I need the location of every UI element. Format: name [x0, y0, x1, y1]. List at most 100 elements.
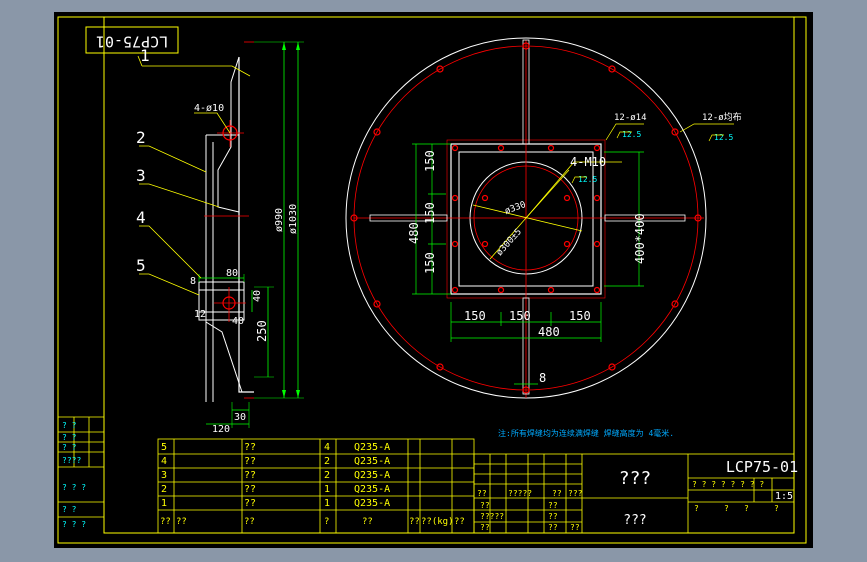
- drawing-note: 注:所有焊缝均为连续满焊缝 焊缝高度为 4毫米.: [498, 428, 674, 438]
- drawing-scale: 1:5: [775, 491, 793, 502]
- tb-left-d: ???: [568, 489, 583, 498]
- bom-cell-name: ??: [244, 498, 256, 509]
- bom-cell-qty: 2: [324, 470, 330, 481]
- bom-cell-name: ??: [244, 484, 256, 495]
- side-hole-label: 4-ø10: [194, 103, 224, 114]
- strip-text-4: ????: [62, 456, 81, 465]
- plate-hole: [451, 144, 459, 152]
- side-main-plate: [238, 57, 254, 393]
- m10-hole: [563, 240, 571, 248]
- cad-drawing-canvas[interactable]: ? ? ? ? ? ? ???? ? ? ? ? ? ? ? ? LCP75-0…: [54, 12, 813, 548]
- dim-480-horizontal: 480: [538, 325, 560, 339]
- part-label-5: 5: [136, 256, 146, 275]
- tb-small-c: ?: [744, 504, 749, 513]
- cad-application: ? ? ? ? ? ? ???? ? ? ? ? ? ? ? ? LCP75-0…: [0, 0, 867, 562]
- bom-header-code: ??: [176, 517, 187, 527]
- part-label-1: 1: [140, 46, 150, 65]
- dim-d330: ø330: [504, 200, 528, 217]
- bolt-label-outer: 12-ø均布: [702, 111, 742, 123]
- m10-hole: [481, 194, 489, 202]
- plate-hole: [451, 286, 459, 294]
- bom-cell-qty: 1: [324, 484, 330, 495]
- part-label-4: 4: [136, 208, 146, 227]
- tb-r5: ??: [548, 512, 558, 521]
- bom-header-name: ??: [244, 517, 255, 527]
- bom-header-material: ??: [362, 517, 373, 527]
- strip-text-7: ? ? ?: [62, 520, 86, 529]
- bom-cell-name: ??: [244, 442, 256, 453]
- dim-150-mid: 150: [423, 202, 437, 224]
- side-view: [198, 41, 304, 428]
- dim-40-horizontal: 40: [232, 316, 244, 327]
- dim-d1030: ø1030: [288, 204, 299, 234]
- dim-120: 120: [212, 424, 230, 435]
- plate-hole: [497, 286, 505, 294]
- dim-250: 250: [255, 320, 269, 342]
- tb-left-c: ??: [552, 489, 562, 498]
- bom-cell-no: 2: [161, 484, 167, 495]
- bom-row: 4?? 2 Q235-A: [161, 456, 390, 467]
- side-leaders: [137, 55, 251, 296]
- tb-scale-label: ? ? ? ? ? ? ? ?: [692, 480, 764, 489]
- bom-row: 2?? 1 Q235-A: [161, 484, 390, 495]
- strip-text-5: ? ? ?: [62, 483, 86, 492]
- bom-rows: 5?? 4 Q235-A 4?? 2 Q235-A 3?? 2 Q235-A 2?? 1 Q235-A…: [161, 442, 390, 509]
- dim-40-vertical: 40: [252, 290, 263, 302]
- bom-row: 1?? 1 Q235-A: [161, 498, 390, 509]
- dim-12: 12: [194, 309, 206, 320]
- bom-cell-material: Q235-A: [354, 456, 390, 467]
- bom-cell-no: 1: [161, 498, 167, 509]
- plate-hole: [547, 286, 555, 294]
- tb-r3: ??: [480, 523, 490, 532]
- bolt-label-14: 12-ø14: [614, 113, 647, 123]
- bom-cell-material: Q235-A: [354, 498, 390, 509]
- m10-hole: [481, 240, 489, 248]
- dim-150-top: 150: [423, 150, 437, 172]
- tb-small-b: ?: [724, 504, 729, 513]
- bom-row: 5?? 4 Q235-A: [161, 442, 390, 453]
- bom-cell-qty: 1: [324, 498, 330, 509]
- bom-row: 3?? 2 Q235-A: [161, 470, 390, 481]
- dim-8: 8: [190, 276, 196, 287]
- tb-r1: ??: [480, 501, 490, 510]
- dim-80: 80: [226, 268, 238, 279]
- bom-header-weight: ??(kg): [421, 517, 454, 527]
- bom-cell-material: Q235-A: [354, 484, 390, 495]
- bom-header-c6: ??: [409, 517, 420, 527]
- bom-header-remark: ??: [454, 517, 465, 527]
- inner-frame: [103, 16, 795, 534]
- bom-cell-name: ??: [244, 470, 256, 481]
- dim-8-plan: 8: [539, 371, 546, 385]
- plate-hole: [547, 144, 555, 152]
- drawing-viewport[interactable]: ? ? ? ? ? ? ???? ? ? ? ? ? ? ? ? LCP75-0…: [54, 12, 813, 548]
- strip-text-3: ? ?: [62, 443, 77, 452]
- bom-header-no: ??: [160, 517, 171, 527]
- plate-hole: [593, 144, 601, 152]
- dim-150-h1: 150: [464, 309, 486, 323]
- tb-small-d: ?: [774, 504, 779, 513]
- bom-cell-qty: 2: [324, 456, 330, 467]
- part-label-3: 3: [136, 166, 146, 185]
- strip-text-2: ? ?: [62, 433, 77, 442]
- plate-hole: [593, 194, 601, 202]
- dim-480-vertical: 480: [407, 222, 421, 244]
- part-label-2: 2: [136, 128, 146, 147]
- title-main: ???: [619, 468, 652, 489]
- dim-150-bot: 150: [423, 252, 437, 274]
- dim-d300: ø300±5: [495, 227, 524, 258]
- strip-text-6: ? ?: [62, 505, 77, 514]
- tb-r4: ??: [548, 501, 558, 510]
- title-sub: ???: [623, 513, 646, 528]
- left-strip: [58, 416, 104, 518]
- plan-view: [345, 37, 707, 399]
- bom-cell-name: ??: [244, 456, 256, 467]
- bom-cell-no: 3: [161, 470, 167, 481]
- m10-hole: [563, 194, 571, 202]
- roughness-b: 12.5: [714, 133, 733, 142]
- roughness-a: 12.5: [622, 130, 641, 139]
- plate-hole: [593, 240, 601, 248]
- dim-d990: ø990: [274, 208, 285, 232]
- dim-150-h2: 150: [509, 309, 531, 323]
- bom-cell-no: 4: [161, 456, 167, 467]
- dim-150-h3: 150: [569, 309, 591, 323]
